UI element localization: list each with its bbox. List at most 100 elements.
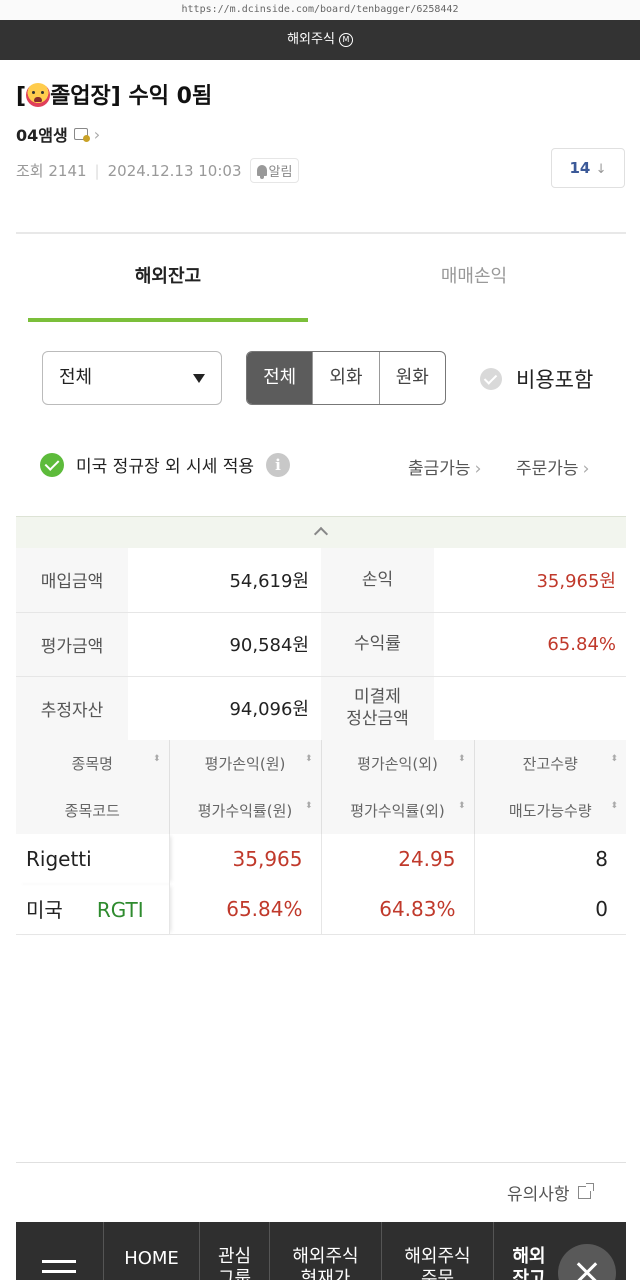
- title-bracket: [: [16, 84, 27, 109]
- col-header-label: 평가손익(원): [204, 755, 286, 773]
- col-header-name[interactable]: 종목명 ⬍: [16, 740, 169, 787]
- chevron-right-icon: ›: [93, 124, 101, 144]
- nav-watchlist[interactable]: 관심 그룹: [200, 1222, 270, 1280]
- gallery-name: 해외주식: [287, 32, 335, 47]
- menu-line: [42, 1270, 76, 1273]
- unsettled-label: 미결제 정산금액: [321, 676, 434, 741]
- purchase-amount-label: 매입금액: [16, 548, 128, 613]
- col-header-ret-fx[interactable]: 평가수익률(외) ⬍: [320, 787, 474, 834]
- orderable-link[interactable]: 주문가능 ›: [516, 454, 589, 479]
- summary-collapse-toggle[interactable]: [16, 516, 626, 548]
- nav-overseas-balance[interactable]: 해외 잔고: [494, 1222, 564, 1280]
- sort-icon: ⬍: [304, 801, 313, 811]
- checkmark-circle-green-icon: [40, 452, 64, 477]
- bottom-nav-bar: HOME 관심 그룹 해외주식 현재가 해외주식 주문 해외 잔고: [16, 1222, 626, 1280]
- withdrawable-link[interactable]: 출금가능 ›: [408, 454, 481, 479]
- nav-home[interactable]: HOME: [104, 1222, 200, 1280]
- col-header-ret-krw[interactable]: 평가수익률(원) ⬍: [168, 787, 321, 834]
- nav-watchlist-line1: 관심: [217, 1246, 252, 1267]
- dropdown-value: 전체: [59, 367, 93, 388]
- author-name: 04앰생: [16, 126, 68, 145]
- stock-market-code: 미국 RGTI: [16, 884, 169, 935]
- est-assets-label: 추정자산: [16, 676, 128, 741]
- gallery-header[interactable]: 해외주식 M: [0, 20, 640, 60]
- divider: [16, 1162, 626, 1163]
- title-text: 수익 0됨: [128, 84, 213, 109]
- nav-balance-line2: 잔고: [512, 1268, 546, 1280]
- include-fees-label: 비용포함: [516, 368, 594, 392]
- col-header-pnl-krw[interactable]: 평가손익(원) ⬍: [168, 740, 321, 787]
- tab-trading-pnl[interactable]: 매매손익: [334, 262, 614, 288]
- col-header-label: 잔고수량: [522, 755, 578, 773]
- col-header-pnl-fx[interactable]: 평가손익(외) ⬍: [320, 740, 474, 787]
- col-header-label: 평가손익(외): [357, 755, 438, 773]
- qty-cell: 8: [473, 834, 626, 884]
- nav-overseas-quote[interactable]: 해외주식 현재가: [270, 1222, 382, 1280]
- sort-icon: ⬍: [610, 754, 618, 764]
- ret-fx-cell: 64.83%: [320, 884, 474, 935]
- comment-count: 14: [569, 159, 591, 177]
- nav-quote-line2: 현재가: [300, 1268, 351, 1280]
- col-header-label: 매도가능수량: [508, 802, 592, 820]
- holdings-header-row: 종목명 ⬍ 평가손익(원) ⬍ 평가손익(외) ⬍ 잔고수량 ⬍: [16, 740, 626, 787]
- info-icon[interactable]: i: [266, 452, 291, 477]
- nav-watchlist-line2: 그룹: [217, 1268, 252, 1280]
- summary-table: 매입금액 54,619원 손익 35,965원 평가금액 90,584원 수익률…: [16, 548, 626, 741]
- tab-overseas-balance[interactable]: 해외잔고: [28, 262, 308, 288]
- chevron-up-icon: [313, 526, 329, 542]
- comment-count-button[interactable]: 14 ↓: [551, 148, 625, 188]
- author-link[interactable]: 04앰생 ›: [16, 122, 100, 146]
- alarm-button[interactable]: 알림: [249, 158, 300, 183]
- pnl-krw-cell: 35,965: [168, 834, 321, 884]
- sort-icon: ⬍: [457, 754, 466, 764]
- market-label: 미국: [26, 898, 63, 923]
- title-tag: 졸업장]: [50, 84, 121, 109]
- active-tab-indicator: [28, 318, 308, 322]
- est-assets-value: 94,096원: [128, 676, 321, 741]
- chevron-right-icon: ›: [582, 459, 590, 479]
- post-title: [ 졸업장] 수익 0됨: [16, 78, 212, 110]
- us-after-hours-option[interactable]: 미국 정규장 외 시세 적용 i: [40, 452, 291, 477]
- summary-row: 평가금액 90,584원 수익률 65.84%: [16, 612, 626, 677]
- account-filter-dropdown[interactable]: 전체: [42, 351, 222, 405]
- table-row[interactable]: 미국 RGTI 65.84% 64.83% 0: [16, 884, 626, 935]
- checkmark-circle-icon: [480, 368, 502, 390]
- divider: [16, 232, 626, 234]
- nav-order-line1: 해외주식: [404, 1246, 471, 1267]
- include-fees-checkbox[interactable]: 비용포함: [480, 364, 593, 394]
- table-row[interactable]: Rigetti 35,965 24.95 8: [16, 834, 626, 884]
- menu-line: [42, 1260, 76, 1263]
- nav-overseas-order[interactable]: 해외주식 주문: [382, 1222, 494, 1280]
- pnl-fx-cell: 24.95: [320, 834, 474, 884]
- view-count: 조회 2141: [16, 162, 87, 180]
- segment-won[interactable]: 원화: [378, 352, 445, 404]
- sellable-qty-cell: 0: [473, 884, 626, 935]
- unsettled-label-line2: 정산금액: [346, 709, 409, 729]
- col-header-label: 종목코드: [64, 802, 120, 820]
- sort-icon: ⬍: [304, 754, 313, 764]
- col-header-code[interactable]: 종목코드: [16, 787, 169, 834]
- hamburger-menu-icon[interactable]: [16, 1222, 104, 1280]
- notice-link[interactable]: 유의사항: [507, 1180, 594, 1205]
- purchase-amount-value: 54,619원: [128, 548, 321, 613]
- segment-foreign[interactable]: 외화: [312, 352, 378, 404]
- hot-face-emoji-icon: [26, 83, 51, 107]
- sort-icon: ⬍: [610, 801, 618, 811]
- chevron-right-icon: ›: [474, 459, 482, 479]
- segment-all[interactable]: 전체: [247, 352, 313, 404]
- alarm-label: 알림: [268, 165, 293, 180]
- return-rate-label: 수익률: [321, 612, 434, 677]
- post-datetime: 2024.12.13 10:03: [107, 161, 242, 180]
- pnl-value: 35,965원: [434, 548, 626, 613]
- browser-url-bar[interactable]: https://m.dcinside.com/board/tenbagger/6…: [0, 0, 640, 20]
- col-header-qty[interactable]: 잔고수량 ⬍: [473, 740, 626, 787]
- summary-row: 추정자산 94,096원 미결제 정산금액: [16, 676, 626, 741]
- pnl-label: 손익: [321, 548, 434, 613]
- bell-icon: [256, 165, 267, 179]
- meta-divider: |: [94, 161, 100, 180]
- stock-name: Rigetti: [16, 834, 169, 884]
- col-header-sellable[interactable]: 매도가능수량 ⬍: [473, 787, 626, 834]
- notice-label: 유의사항: [507, 1185, 570, 1205]
- return-rate-value: 65.84%: [434, 612, 626, 677]
- ticker-code: RGTI: [96, 898, 144, 923]
